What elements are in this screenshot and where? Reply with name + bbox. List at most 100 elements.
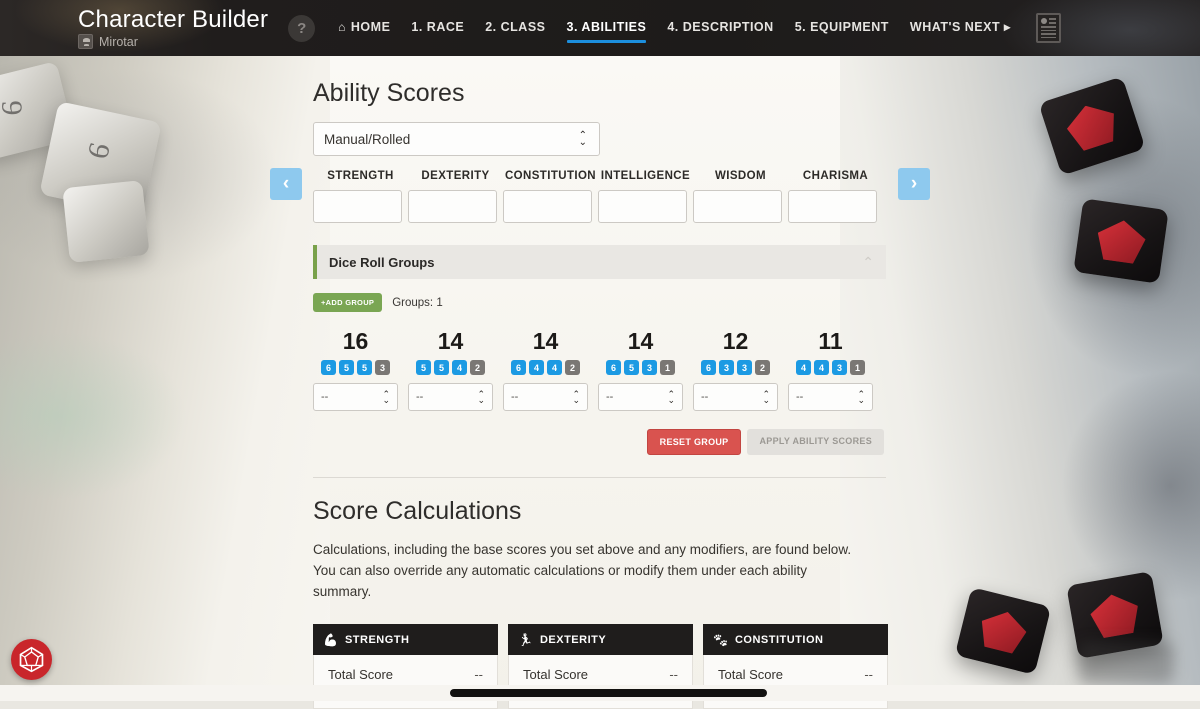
add-group-button[interactable]: +ADD GROUP <box>313 293 382 312</box>
roll-badges: 6 3 3 2 <box>701 360 770 375</box>
die-badge-kept: 6 <box>701 360 716 375</box>
assign-value: -- <box>606 391 613 403</box>
avatar-icon <box>78 34 93 49</box>
reset-group-button[interactable]: RESET GROUP <box>647 429 742 455</box>
row-label: Total Score <box>328 667 393 682</box>
score-input-constitution[interactable] <box>503 190 592 223</box>
main-navigation: ⌂ HOME 1. RACE 2. CLASS 3. ABILITIES 4. … <box>338 19 1011 37</box>
assign-value: -- <box>511 391 518 403</box>
assign-value: -- <box>321 391 328 403</box>
assign-ability-select[interactable]: -- ⌃⌄ <box>313 383 398 411</box>
assign-ability-select[interactable]: -- ⌃⌄ <box>788 383 873 411</box>
score-input-strength[interactable] <box>313 190 402 223</box>
score-input-wisdom[interactable] <box>693 190 782 223</box>
assign-ability-select[interactable]: -- ⌃⌄ <box>598 383 683 411</box>
nav-label: HOME <box>351 20 391 34</box>
column-header-intelligence: INTELLIGENCE <box>598 170 693 182</box>
die-badge-kept: 5 <box>339 360 354 375</box>
dice-roll-groups-panel-header[interactable]: Dice Roll Groups ⌃ <box>313 245 886 279</box>
score-method-value: Manual/Rolled <box>324 132 410 147</box>
next-step-button[interactable]: › <box>898 168 930 200</box>
brand[interactable]: Character Builder Mirotar <box>78 7 268 49</box>
roll-total: 16 <box>343 326 369 356</box>
assign-value: -- <box>416 391 423 403</box>
die-badge-kept: 6 <box>606 360 621 375</box>
card-header: 🏃 DEXTERITY <box>508 624 693 655</box>
nav-item-description[interactable]: 4. DESCRIPTION <box>667 20 773 37</box>
roll-badges: 6 4 4 2 <box>511 360 580 375</box>
row-value: -- <box>864 667 873 682</box>
row-value: -- <box>669 667 678 682</box>
nav-item-home[interactable]: ⌂ HOME <box>338 20 390 37</box>
score-calculations-description: Calculations, including the base scores … <box>313 539 861 602</box>
die-badge-kept: 4 <box>529 360 544 375</box>
stepper-icon: ⌃⌄ <box>477 391 485 403</box>
running-icon: 🏃 <box>518 633 533 647</box>
scrollbar-thumb[interactable] <box>450 689 767 697</box>
score-method-select[interactable]: Manual/Rolled ⌃⌄ <box>313 122 600 156</box>
column-header-charisma: CHARISMA <box>788 170 883 182</box>
assign-ability-select[interactable]: -- ⌃⌄ <box>503 383 588 411</box>
panel-title: Dice Roll Groups <box>329 255 434 270</box>
chevron-up-icon[interactable]: ⌃ <box>862 254 874 271</box>
row-value: -- <box>474 667 483 682</box>
help-button[interactable]: ? <box>288 15 315 42</box>
roll-total: 11 <box>818 326 842 356</box>
nav-item-race[interactable]: 1. RACE <box>411 20 464 37</box>
die-badge-dropped: 3 <box>375 360 390 375</box>
assign-value: -- <box>701 391 708 403</box>
column-header-dexterity: DEXTERITY <box>408 170 503 182</box>
group-actions: RESET GROUP APPLY ABILITY SCORES <box>300 429 884 455</box>
ability-score-inputs <box>313 190 900 223</box>
assign-ability-select[interactable]: -- ⌃⌄ <box>408 383 493 411</box>
nav-item-abilities[interactable]: 3. ABILITIES <box>567 20 647 37</box>
die-badge-kept: 4 <box>547 360 562 375</box>
dice-group-column: 14 5 5 4 2 -- ⌃⌄ <box>403 326 498 411</box>
die-badge-kept: 3 <box>832 360 847 375</box>
d20-icon <box>18 646 45 673</box>
die-badge-dropped: 2 <box>470 360 485 375</box>
nav-item-class[interactable]: 2. CLASS <box>485 20 545 37</box>
stepper-icon: ⌃⌄ <box>382 391 390 403</box>
dice-group-column: 11 4 4 3 1 -- ⌃⌄ <box>783 326 878 411</box>
score-input-intelligence[interactable] <box>598 190 687 223</box>
brand-subtitle: Mirotar <box>78 34 268 49</box>
assign-value: -- <box>796 391 803 403</box>
nav-item-equipment[interactable]: 5. EQUIPMENT <box>795 20 889 37</box>
groups-count-label: Groups: 1 <box>392 297 443 309</box>
dice-roll-grid: 16 6 5 5 3 -- ⌃⌄ 14 5 5 4 2 <box>308 326 900 411</box>
die-badge-kept: 5 <box>357 360 372 375</box>
score-input-dexterity[interactable] <box>408 190 497 223</box>
prev-step-button[interactable]: ‹ <box>270 168 302 200</box>
roll-total: 14 <box>438 326 464 356</box>
heart-icon: 🐾 <box>713 633 728 647</box>
d20-dice-logo[interactable] <box>11 639 52 680</box>
row-label: Total Score <box>523 667 588 682</box>
app-header: Character Builder Mirotar ? ⌂ HOME 1. RA… <box>0 0 1200 56</box>
card-header: 🐾 CONSTITUTION <box>703 624 888 655</box>
roll-total: 14 <box>533 326 559 356</box>
assign-ability-select[interactable]: -- ⌃⌄ <box>693 383 778 411</box>
roll-badges: 5 5 4 2 <box>416 360 485 375</box>
die-badge-kept: 6 <box>321 360 336 375</box>
stepper-icon: ⌃⌄ <box>572 391 580 403</box>
die-badge-kept: 4 <box>796 360 811 375</box>
nav-item-whats-next[interactable]: WHAT'S NEXT ▸ <box>910 19 1011 37</box>
apply-ability-scores-button[interactable]: APPLY ABILITY SCORES <box>747 429 884 455</box>
roll-badges: 6 5 3 1 <box>606 360 675 375</box>
flexed-arm-icon: 💪 <box>323 633 338 647</box>
card-title: DEXTERITY <box>540 634 606 646</box>
roll-total: 12 <box>723 326 749 356</box>
roll-badges: 4 4 3 1 <box>796 360 865 375</box>
username-label: Mirotar <box>99 35 138 49</box>
die-badge-kept: 3 <box>719 360 734 375</box>
character-sheet-icon[interactable] <box>1036 13 1061 43</box>
page-title: Ability Scores <box>313 79 900 108</box>
score-input-charisma[interactable] <box>788 190 877 223</box>
section-divider <box>313 477 886 478</box>
group-controls: +ADD GROUP Groups: 1 <box>313 293 900 312</box>
die-badge-kept: 3 <box>642 360 657 375</box>
die-badge-kept: 6 <box>511 360 526 375</box>
stepper-icon: ⌃⌄ <box>857 391 865 403</box>
horizontal-scrollbar[interactable] <box>0 685 1200 701</box>
